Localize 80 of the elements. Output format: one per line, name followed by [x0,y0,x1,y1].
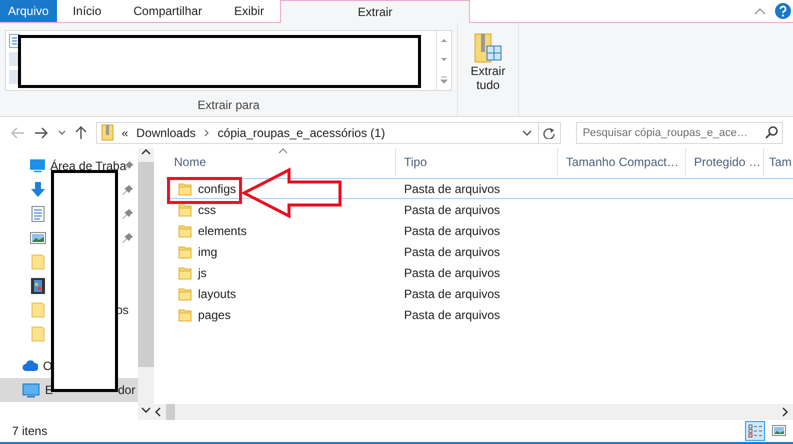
file-type: Pasta de arquivos [403,224,500,238]
column-header[interactable]: Protegido … [686,148,764,176]
large-icons-view-icon [772,424,786,438]
breadcrumb-item[interactable]: cópia_roupas_e_acessórios (1) [218,126,386,140]
document-icon [9,34,20,48]
item-count: 7 itens [12,424,48,438]
extract-all-button[interactable]: Extrair tudo [462,30,514,94]
file-menu-tab[interactable]: Arquivo [0,0,57,22]
scroll-left-icon[interactable] [154,407,162,417]
file-row[interactable]: elements Pasta de arquivos [166,220,793,241]
file-type: Pasta de arquivos [403,308,500,322]
breadcrumb-item[interactable]: Downloads [136,126,196,140]
sort-ascending-icon [278,148,288,154]
file-type: Pasta de arquivos [403,244,500,258]
scroll-down-icon[interactable] [141,406,151,414]
destination-gallery[interactable] [5,30,452,91]
file-name: pages [198,308,231,322]
file-type: Pasta de arquivos [403,202,500,216]
folder-icon [178,182,192,196]
file-name: js [198,266,207,280]
cloud-icon [22,358,38,374]
file-row[interactable]: img Pasta de arquivos [166,241,793,262]
scrollbar-thumb[interactable] [166,404,175,420]
expand-gallery-icon[interactable] [440,76,448,84]
folder-thumbnail [9,52,19,66]
file-row[interactable]: layouts Pasta de arquivos [166,283,793,304]
document-icon [30,206,46,222]
refresh-icon [543,126,556,138]
scroll-up-icon[interactable] [141,148,151,156]
help-icon[interactable] [775,3,791,19]
file-type: Pasta de arquivos [403,266,500,280]
file-type: Pasta de arquivos [403,286,500,300]
computer-icon [22,382,40,398]
download-arrow-icon [30,182,46,198]
folder-icon [178,224,192,238]
file-name: configs [198,182,236,196]
recent-locations-icon[interactable] [58,130,66,135]
monitor-icon [30,158,46,174]
forward-icon[interactable] [34,126,49,140]
folder-icon [178,308,192,322]
file-row[interactable]: css Pasta de arquivos [166,199,793,220]
view-toggle-button[interactable] [745,421,765,441]
folder-icon [30,326,46,342]
image-icon [30,230,46,246]
folder-icon [30,302,46,318]
collapse-ribbon-icon[interactable] [753,6,767,16]
overflow-chevron[interactable]: « [122,126,128,140]
file-row[interactable]: pages Pasta de arquivos [166,304,793,325]
scroll-right-icon[interactable] [781,407,789,417]
file-row[interactable]: configs Pasta de arquivos [166,178,793,199]
ribbon-tab[interactable]: Extrair [280,0,470,23]
up-icon[interactable] [74,125,87,140]
breadcrumb-separator-icon [204,128,210,136]
search-icon [765,126,778,139]
address-bar[interactable]: « Downloads cópia_roupas_e_acessórios (1) [96,122,539,144]
folder-icon [178,266,192,280]
column-header[interactable]: Tam [764,148,792,176]
folder-thumbnail [9,70,19,84]
zip-folder-icon [100,124,114,141]
scrollbar-thumb[interactable] [138,162,154,367]
file-row[interactable]: js Pasta de arquivos [166,262,793,283]
file-name: css [198,202,216,216]
file-name: elements [198,224,247,238]
file-name: img [198,244,218,258]
file-name: layouts [198,286,236,300]
folder-icon [178,244,192,258]
file-type: Pasta de arquivos [403,182,500,196]
refresh-button[interactable] [538,122,561,144]
search-field[interactable]: Pesquisar cópia_roupas_e_ace… [576,122,784,144]
column-header[interactable]: Nome [156,148,396,176]
zip-folder-icon [473,32,503,64]
folder-icon [178,286,192,300]
dropdown-icon[interactable] [522,130,532,136]
column-header[interactable]: Tipo [396,148,558,176]
details-view-icon [748,424,762,438]
folder-icon [178,202,192,216]
folder-icon [30,254,46,270]
column-header[interactable]: Tamanho Compact… [558,148,686,176]
group-label: Extrair para [197,98,260,112]
film-icon [30,278,46,294]
